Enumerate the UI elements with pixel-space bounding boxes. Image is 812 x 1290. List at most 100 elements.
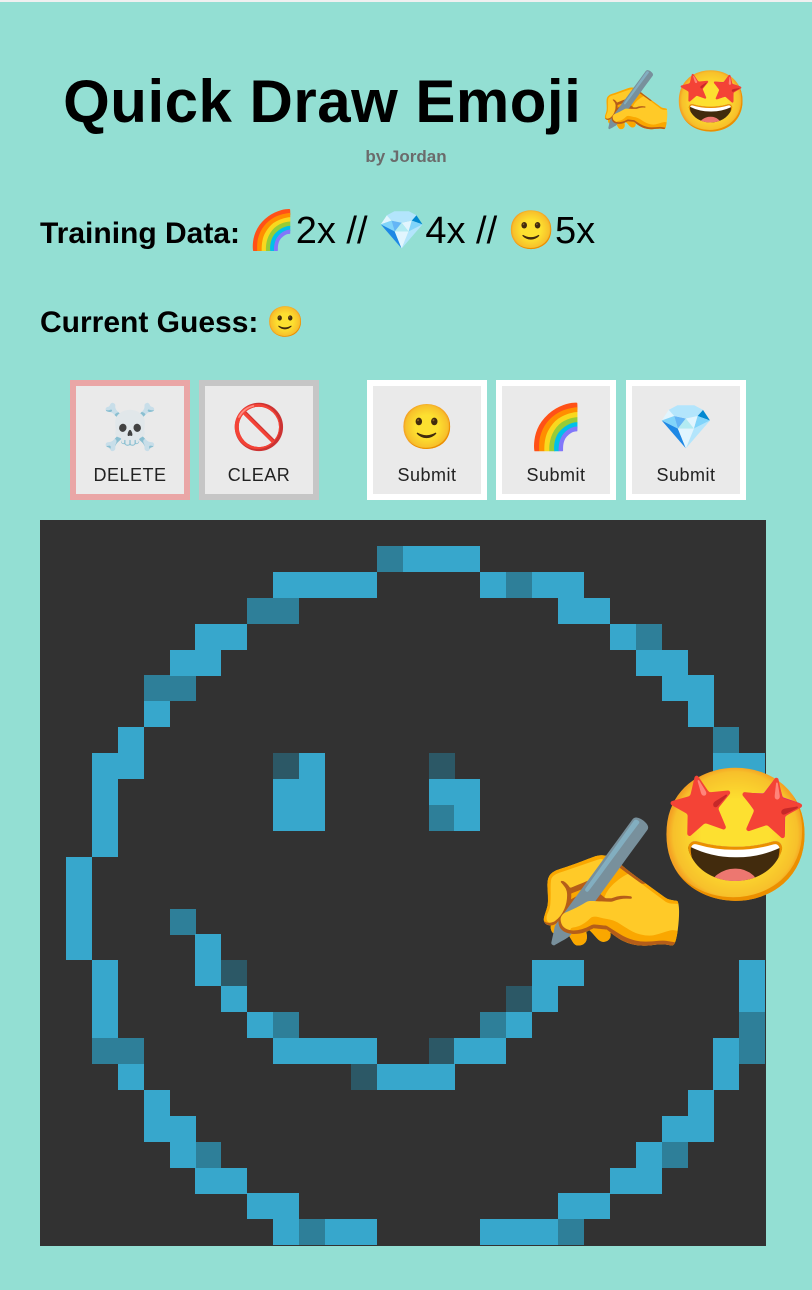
canvas-pixel bbox=[350, 1063, 377, 1090]
canvas-pixel bbox=[635, 623, 662, 650]
canvas-pixel bbox=[739, 830, 766, 857]
canvas-pixel bbox=[195, 1141, 222, 1168]
canvas-pixel bbox=[143, 1115, 170, 1142]
canvas-pixel bbox=[558, 1193, 584, 1220]
canvas-pixel bbox=[273, 1193, 300, 1220]
canvas-pixel bbox=[402, 1063, 429, 1090]
canvas-pixel bbox=[91, 960, 118, 987]
slightly-smiling-face-icon: 🙂 bbox=[399, 403, 455, 452]
current-guess-label: Current Guess: bbox=[40, 306, 259, 339]
canvas-pixel bbox=[91, 753, 118, 780]
canvas-pixel bbox=[635, 649, 662, 676]
clear-button-label: CLEAR bbox=[227, 465, 291, 485]
canvas-pixel bbox=[739, 960, 766, 987]
canvas-pixel bbox=[428, 1063, 455, 1090]
canvas-pixel bbox=[609, 623, 636, 650]
submit-gem-button[interactable]: 💎 Submit bbox=[626, 380, 746, 500]
canvas-pixel bbox=[428, 779, 455, 805]
canvas-pixel bbox=[739, 804, 766, 831]
canvas-pixel bbox=[350, 571, 377, 598]
canvas-pixel bbox=[299, 779, 325, 805]
delete-button[interactable]: ☠️ DELETE bbox=[70, 380, 190, 500]
skull-crossbones-icon: ☠️ bbox=[102, 403, 158, 452]
canvas-pixel bbox=[247, 597, 274, 624]
canvas-pixel bbox=[91, 804, 118, 831]
canvas-pixel bbox=[532, 960, 559, 987]
canvas-pixel bbox=[117, 727, 144, 754]
canvas-pixel bbox=[480, 1012, 507, 1039]
canvas-pixel bbox=[195, 1167, 222, 1194]
canvas-pixel bbox=[428, 1038, 455, 1064]
canvas-pixel bbox=[299, 804, 325, 831]
training-data-label: Training Data: bbox=[40, 217, 241, 250]
prohibited-icon: 🚫 bbox=[231, 403, 287, 452]
canvas-pixel bbox=[117, 1063, 144, 1090]
canvas-pixel bbox=[739, 753, 766, 780]
canvas-pixel bbox=[91, 1038, 118, 1064]
drawing-canvas[interactable] bbox=[40, 520, 766, 1246]
canvas-pixel bbox=[117, 753, 144, 780]
canvas-pixel bbox=[402, 545, 429, 572]
canvas-pixel bbox=[661, 675, 688, 702]
canvas-pixel bbox=[454, 1038, 481, 1064]
canvas-pixel bbox=[169, 908, 196, 935]
canvas-pixel bbox=[558, 1219, 584, 1246]
canvas-pixel bbox=[143, 1089, 170, 1116]
canvas-pixel bbox=[299, 1219, 325, 1246]
training-data: Training Data: 🌈2x // 💎4x // 🙂5x bbox=[40, 206, 595, 259]
canvas-pixel bbox=[65, 856, 92, 883]
canvas-pixel bbox=[480, 1038, 507, 1064]
canvas-pixel bbox=[195, 960, 222, 987]
canvas-pixel bbox=[273, 804, 300, 831]
current-guess-value: 🙂 bbox=[266, 306, 305, 339]
delete-button-label: DELETE bbox=[93, 465, 167, 485]
canvas-pixel bbox=[687, 1115, 714, 1142]
canvas-pixel bbox=[506, 986, 533, 1013]
canvas-pixel bbox=[195, 623, 222, 650]
canvas-pixel bbox=[169, 675, 196, 702]
training-data-summary: 🌈2x // 💎4x // 🙂5x bbox=[248, 210, 596, 252]
canvas-pixel bbox=[273, 1219, 300, 1246]
top-border bbox=[0, 0, 812, 2]
canvas-pixel bbox=[428, 753, 455, 780]
current-guess: Current Guess: 🙂 bbox=[40, 298, 304, 348]
canvas-pixel bbox=[583, 597, 610, 624]
canvas-pixel bbox=[195, 649, 222, 676]
canvas-pixel bbox=[687, 675, 714, 702]
canvas-pixel bbox=[506, 1219, 533, 1246]
submit-smile-button[interactable]: 🙂 Submit bbox=[367, 380, 487, 500]
canvas-pixel bbox=[273, 1012, 300, 1039]
submit-rainbow-label: Submit bbox=[526, 465, 586, 485]
canvas-pixel bbox=[299, 571, 325, 598]
submit-rainbow-button[interactable]: 🌈 Submit bbox=[496, 380, 616, 500]
canvas-pixel bbox=[739, 1012, 766, 1039]
author-byline: by Jordan bbox=[365, 147, 447, 166]
canvas-pixel bbox=[558, 597, 584, 624]
canvas-pixel bbox=[350, 1219, 377, 1246]
canvas-pixel bbox=[739, 1038, 766, 1064]
canvas-pixel bbox=[687, 701, 714, 728]
canvas-pixel bbox=[221, 623, 248, 650]
canvas-pixel bbox=[350, 1038, 377, 1064]
canvas-pixel bbox=[661, 1115, 688, 1142]
canvas-pixel bbox=[713, 727, 740, 754]
canvas-pixel bbox=[65, 882, 92, 909]
canvas-pixel bbox=[454, 545, 481, 572]
canvas-pixel bbox=[247, 1193, 274, 1220]
canvas-pixel bbox=[324, 1219, 351, 1246]
canvas-pixel bbox=[169, 1141, 196, 1168]
canvas-pixel bbox=[324, 571, 351, 598]
canvas-pixel bbox=[739, 986, 766, 1013]
canvas-pixel bbox=[687, 1089, 714, 1116]
canvas-pixel bbox=[91, 1012, 118, 1039]
clear-button[interactable]: 🚫 CLEAR bbox=[199, 380, 319, 500]
canvas-pixel bbox=[169, 1115, 196, 1142]
page-title: Quick Draw Emoji ✍️🤩 bbox=[63, 68, 749, 135]
canvas-pixel bbox=[454, 804, 481, 831]
canvas-pixel bbox=[480, 1219, 507, 1246]
canvas-pixel bbox=[221, 1167, 248, 1194]
canvas-pixel bbox=[195, 934, 222, 961]
canvas-pixel bbox=[713, 1038, 740, 1064]
canvas-pixel bbox=[532, 571, 559, 598]
canvas-pixel bbox=[273, 571, 300, 598]
